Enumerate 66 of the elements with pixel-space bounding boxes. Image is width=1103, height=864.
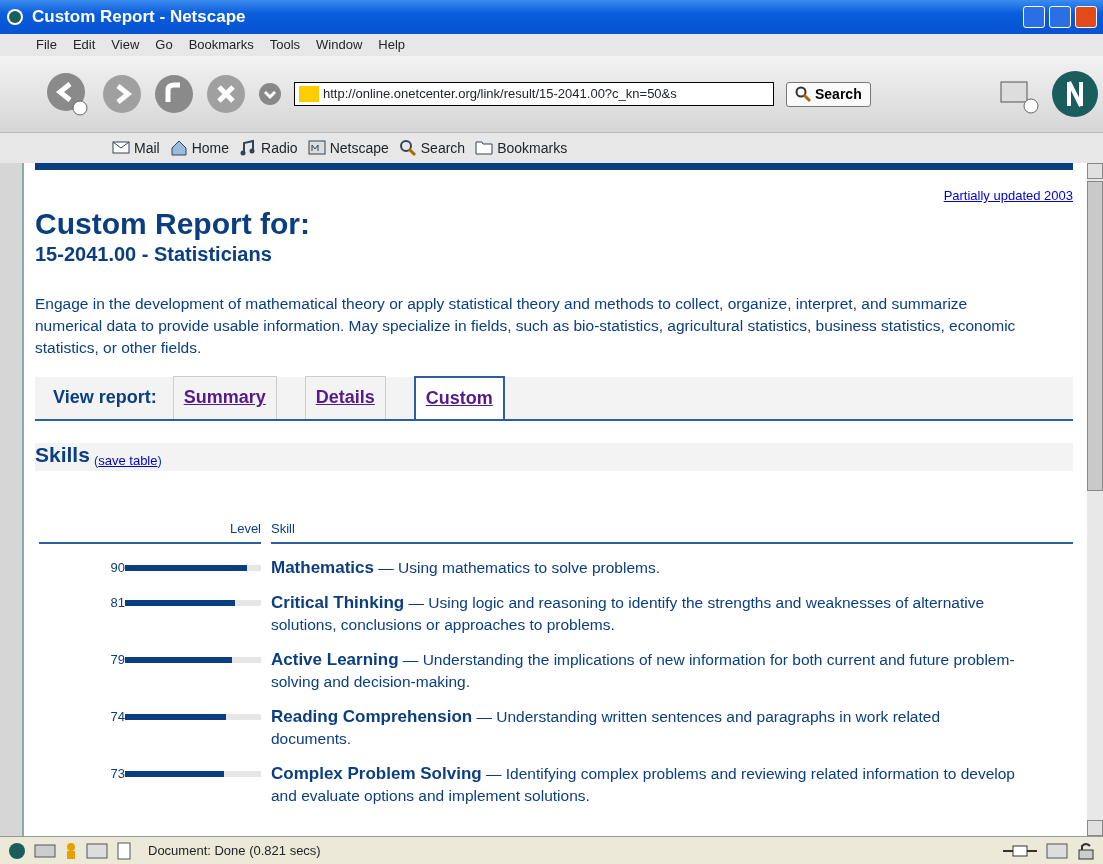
search-icon	[398, 139, 417, 157]
paren: )	[157, 453, 162, 468]
dropdown-icon[interactable]	[258, 82, 282, 106]
menu-item[interactable]: File	[36, 35, 57, 55]
level-value: 81	[110, 594, 125, 612]
level-value: 90	[110, 559, 125, 577]
person-icon[interactable]	[64, 841, 78, 860]
my-icon	[307, 139, 326, 157]
menu-item[interactable]: Edit	[72, 35, 96, 55]
back-icon[interactable]	[46, 72, 90, 116]
stop-icon[interactable]	[206, 74, 246, 114]
report-heading: Custom Report for:	[35, 205, 311, 242]
level-value: 79	[110, 651, 125, 669]
level-value: 74	[110, 708, 125, 726]
skill-description: Reading Comprehension — Understanding written sentences and paragraphs in work related documents.	[271, 708, 941, 747]
menu-item[interactable]: Window	[316, 35, 363, 55]
column-header: Level	[229, 520, 261, 536]
connection-icon	[1003, 843, 1037, 858]
occupation-title: 15-2041.00 - Statisticians	[35, 241, 273, 266]
paren: (	[93, 453, 99, 468]
occupation-description: Engage in the development of mathematical theory or apply statistical theory and methods to collect, organize, interpret, and summarize numerical data to provide usable information. May specialize in fields, such as bio-statistics, agricultural statistics, business statistics, economic statistics, or other fields.	[35, 293, 1017, 358]
status-text: Document: Done (0.821 secs)	[148, 841, 321, 860]
report-tab[interactable]: Details	[304, 375, 386, 419]
netscape-logo-icon[interactable]	[1051, 70, 1099, 118]
reload-icon[interactable]	[154, 74, 194, 114]
folder-icon	[475, 139, 494, 157]
sidebar-grip[interactable]	[0, 163, 24, 836]
skill-description: Mathematics — Using mathematics to solve problems.	[271, 559, 660, 576]
netscape-logo-icon	[6, 8, 24, 26]
menu-item[interactable]: View	[111, 35, 140, 55]
close-button[interactable]	[1075, 6, 1097, 28]
window-title: Custom Report - Netscape	[32, 6, 246, 29]
toolbar-button[interactable]: Home	[169, 137, 230, 159]
lock-icon	[1077, 841, 1095, 860]
column-header: Skill	[271, 520, 295, 536]
level-value: 73	[110, 765, 125, 783]
maximize-button[interactable]	[1049, 6, 1071, 28]
skill-description: Critical Thinking — Using logic and reasoning to identify the strengths and weaknesses of alternative solutions, conclusions or approaches to problems.	[271, 594, 985, 633]
site-icon	[299, 86, 319, 102]
home-icon	[169, 139, 188, 157]
section-title: Skills	[35, 442, 90, 468]
report-tab[interactable]: Summary	[172, 375, 277, 419]
scroll-down-button[interactable]	[1087, 820, 1103, 836]
menu-item[interactable]: Bookmarks	[188, 35, 254, 55]
menu-item[interactable]: Help	[378, 35, 406, 55]
skill-description: Complex Problem Solving — Identifying complex problems and reviewing related information to develop and evaluate options and implement solutions.	[271, 765, 1015, 804]
forward-icon[interactable]	[102, 74, 142, 114]
save-table-link[interactable]: save table	[98, 453, 158, 468]
toolbar-button[interactable]: Search	[398, 137, 466, 159]
report-tab[interactable]: Custom	[413, 375, 505, 419]
toolbar-button[interactable]: Mail	[112, 137, 160, 159]
skill-description: Active Learning — Understanding the implications of new information for both current and future problem-solving and decision-making.	[271, 651, 1015, 690]
menu-item[interactable]: Tools	[269, 35, 301, 55]
view-report-label: View report:	[53, 386, 157, 409]
toolbar-button[interactable]: Radio	[239, 137, 298, 159]
scroll-up-button[interactable]	[1087, 163, 1103, 179]
scrollbar-thumb[interactable]	[1087, 181, 1103, 491]
address-field[interactable]: http://online.onetcenter.org/link/result/15-2041.00?c_kn=50&s	[294, 82, 774, 106]
updated-link[interactable]: Partially updated 2003	[943, 186, 1073, 206]
minimize-button[interactable]	[1023, 6, 1045, 28]
search-icon	[795, 85, 811, 102]
toolbar-button[interactable]: Netscape	[307, 137, 389, 159]
toolbar-button[interactable]: Bookmarks	[475, 137, 568, 159]
menu-item[interactable]: Go	[155, 35, 173, 55]
netscape-logo-icon[interactable]	[8, 841, 26, 860]
search-button[interactable]: Search	[786, 81, 871, 107]
